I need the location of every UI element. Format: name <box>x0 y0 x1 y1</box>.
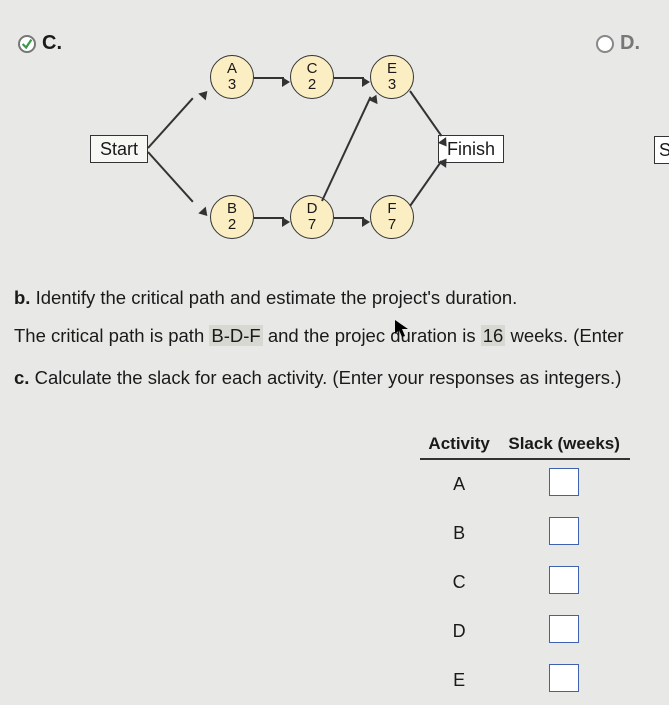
arrowhead-icon <box>362 217 370 227</box>
answer-b-path: B-D-F <box>209 325 262 346</box>
activity-cell: B <box>420 509 498 558</box>
node-e-dur: 3 <box>388 77 396 93</box>
question-b-prefix: b. <box>14 287 30 308</box>
arrowhead-icon <box>198 88 211 101</box>
node-d-name: D <box>307 201 318 217</box>
answer-b-line: The critical path is path B-D-F and the … <box>14 318 669 353</box>
edge-e-finish <box>409 90 442 136</box>
arrowhead-icon <box>282 217 290 227</box>
option-d[interactable]: D. <box>596 32 640 55</box>
activity-cell: A <box>420 459 498 509</box>
edge-start-b <box>147 151 193 202</box>
arrowhead-icon <box>282 77 290 87</box>
answer-b-duration: 16 <box>481 325 506 346</box>
question-b-text: Identify the critical path and estimate … <box>36 287 518 308</box>
question-c-text: Calculate the slack for each activity. (… <box>35 367 622 388</box>
node-f-dur: 7 <box>388 217 396 233</box>
edge-c-e <box>334 77 364 79</box>
node-f-name: F <box>387 201 396 217</box>
edge-f-finish <box>409 160 442 206</box>
node-b-name: B <box>227 201 237 217</box>
node-e: E 3 <box>370 55 414 99</box>
node-f: F 7 <box>370 195 414 239</box>
partial-start-box: St <box>654 136 669 164</box>
node-c-name: C <box>307 61 318 77</box>
arrowhead-icon <box>362 77 370 87</box>
node-c: C 2 <box>290 55 334 99</box>
table-row: D <box>420 607 630 656</box>
table-row: C <box>420 558 630 607</box>
node-d-dur: 7 <box>308 217 316 233</box>
option-d-label: D. <box>620 32 640 55</box>
slack-input-c[interactable] <box>549 566 579 594</box>
node-a-dur: 3 <box>228 77 236 93</box>
activity-cell: C <box>420 558 498 607</box>
node-a: A 3 <box>210 55 254 99</box>
question-c-prefix: c. <box>14 367 29 388</box>
node-d: D 7 <box>290 195 334 239</box>
edge-a-c <box>254 77 284 79</box>
slack-table: Activity Slack (weeks) A B C D E <box>420 430 630 705</box>
slack-input-a[interactable] <box>549 468 579 496</box>
slack-input-b[interactable] <box>549 517 579 545</box>
answer-b-pre: The critical path is path <box>14 325 209 346</box>
node-b-dur: 2 <box>228 217 236 233</box>
edge-b-d <box>254 217 284 219</box>
edge-start-a <box>147 98 193 149</box>
activity-cell: D <box>420 607 498 656</box>
table-row: E <box>420 656 630 705</box>
node-b: B 2 <box>210 195 254 239</box>
table-row: A <box>420 459 630 509</box>
option-c-label: C. <box>42 32 62 55</box>
table-row: B <box>420 509 630 558</box>
answer-b-post: weeks. (Enter <box>505 325 623 346</box>
node-e-name: E <box>387 61 397 77</box>
option-c[interactable]: C. <box>18 32 62 55</box>
question-c: c. Calculate the slack for each activity… <box>14 360 669 395</box>
table-header-slack: Slack (weeks) <box>498 430 630 459</box>
node-c-dur: 2 <box>308 77 316 93</box>
node-a-name: A <box>227 61 237 77</box>
question-b: b. Identify the critical path and estima… <box>14 280 669 315</box>
slack-input-e[interactable] <box>549 664 579 692</box>
activity-cell: E <box>420 656 498 705</box>
answer-b-mid: and the projec duration is <box>263 325 481 346</box>
edge-d-e <box>321 96 371 201</box>
start-node: Start <box>90 135 148 163</box>
network-diagram: Start Finish A 3 C 2 E 3 B 2 D 7 F 7 <box>90 55 590 255</box>
slack-input-d[interactable] <box>549 615 579 643</box>
radio-checked-icon <box>18 35 36 53</box>
edge-d-f <box>334 217 364 219</box>
table-header-activity: Activity <box>420 430 498 459</box>
radio-unchecked-icon <box>596 35 614 53</box>
